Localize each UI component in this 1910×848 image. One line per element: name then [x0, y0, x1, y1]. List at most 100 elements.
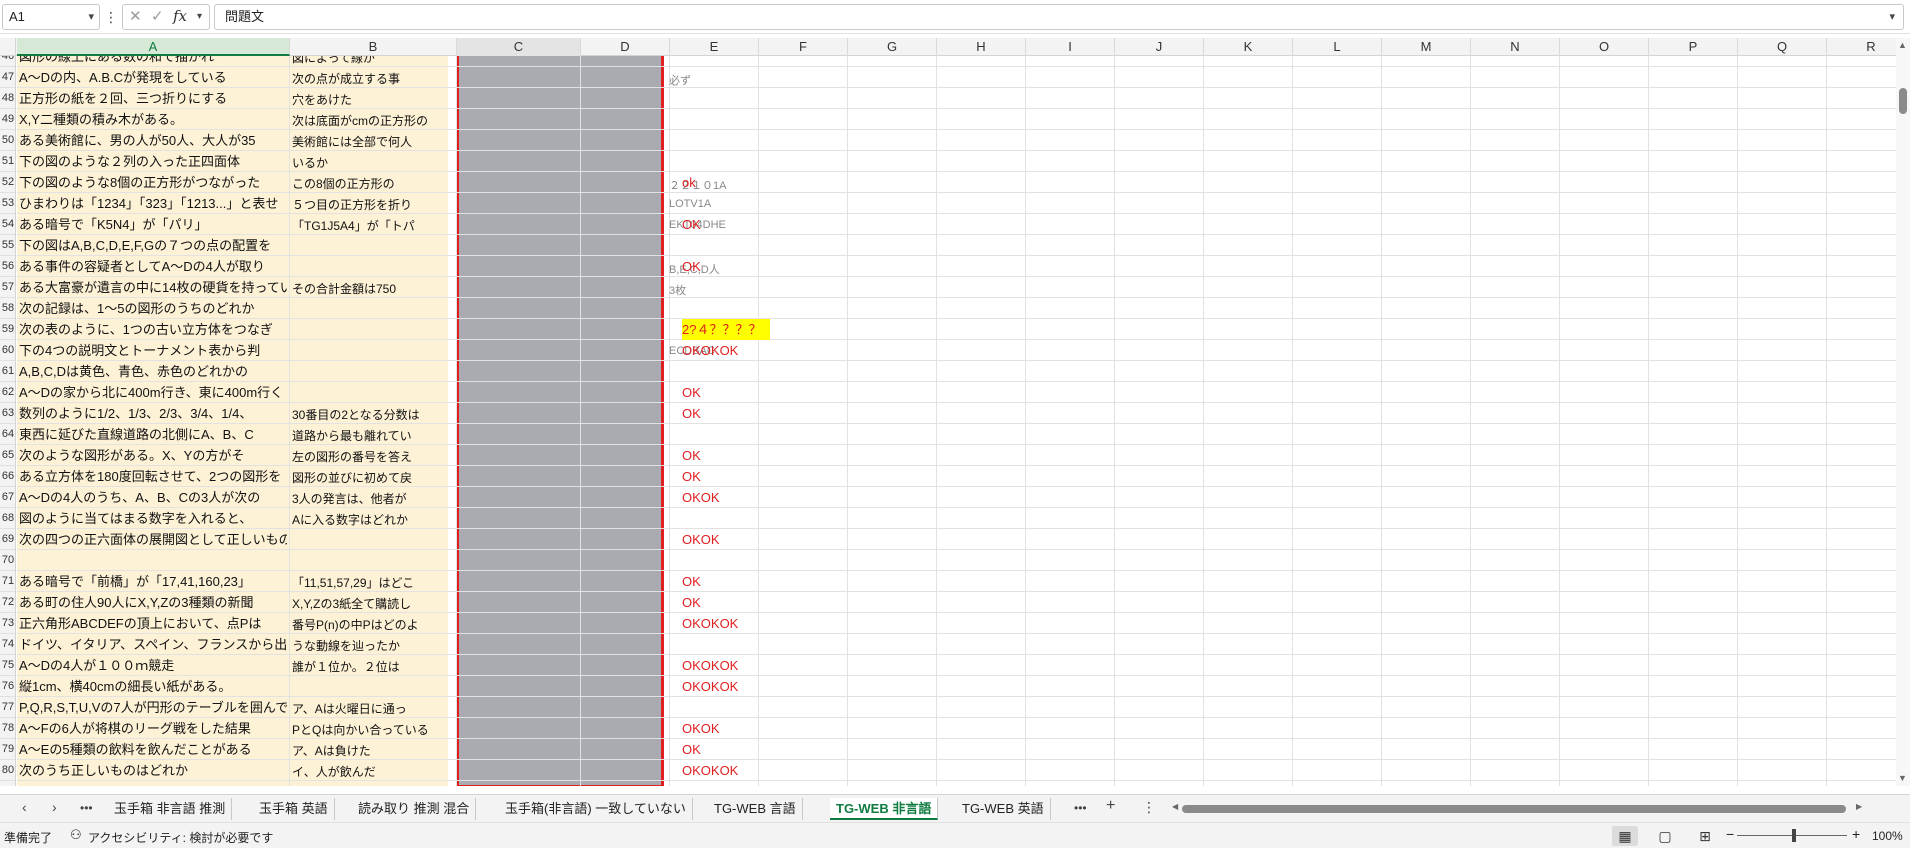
cell-e-result[interactable]: OK [682, 256, 701, 277]
row-header[interactable]: 62 [0, 382, 15, 403]
cell-e-result[interactable]: OK [682, 445, 701, 466]
cell-e-result[interactable]: OKOK [682, 487, 720, 508]
cell-d-text[interactable]: LOTV1A [669, 198, 739, 210]
normal-view-icon[interactable]: ▦ [1612, 826, 1638, 846]
cell-b-text[interactable]: いるか [292, 156, 447, 170]
row-header[interactable]: 50 [0, 130, 15, 151]
row-header[interactable]: 64 [0, 424, 15, 445]
scroll-down-icon[interactable]: ▼ [1898, 773, 1907, 783]
column-header-p[interactable]: P [1649, 38, 1738, 56]
cell-a-text[interactable]: 次のような図形がある。X、Yの方がそ [19, 448, 287, 464]
cell-b-text[interactable]: 30番目の2となる分数は [292, 408, 447, 422]
prev-sheet-icon[interactable]: ‹ [22, 799, 27, 815]
cancel-icon[interactable]: ✕ [129, 7, 142, 25]
cell-a-text[interactable]: 東西に延びた直線道路の北側にA、B、C [19, 427, 287, 443]
row-header[interactable]: 68 [0, 508, 15, 529]
cell-e-result[interactable]: OKOKOK [682, 676, 738, 697]
cell-a-text[interactable]: 次の四つの正六面体の展開図として正しいもの [19, 532, 287, 548]
cell-a-text[interactable]: 縦1cm、横40cmの細長い紙がある。 [19, 679, 287, 695]
cell-a-text[interactable]: A～Dの4人のうち、A、B、Cの3人が次の [19, 490, 287, 506]
cell-a-text[interactable]: ある立方体を180度回転させて、2つの図形を [19, 469, 287, 485]
cell-b-text[interactable]: 3人の発言は、他者が [292, 492, 447, 506]
next-sheet-icon[interactable]: › [52, 799, 57, 815]
cell-d-text[interactable]: EKT04DHE [669, 219, 739, 231]
row-header[interactable]: 63 [0, 403, 15, 424]
column-header-i[interactable]: I [1026, 38, 1115, 56]
cell-e-result[interactable]: OK [682, 214, 701, 235]
cell-b-text[interactable]: ５つ目の正方形を折り [292, 198, 447, 212]
cell-a-text[interactable]: 正六角形ABCDEFの頂上において、点Pは [19, 616, 287, 632]
cell-b-text[interactable]: 「11,51,57,29」はどこ [292, 576, 447, 590]
cell-e-result[interactable]: OKOK [682, 529, 720, 550]
row-header[interactable]: 69 [0, 529, 15, 550]
column-header-l[interactable]: L [1293, 38, 1382, 56]
zoom-slider-knob[interactable] [1792, 829, 1796, 842]
row-header[interactable]: 52 [0, 172, 15, 193]
cell-b-text[interactable]: 誰が１位か。２位は [292, 660, 447, 674]
row-header[interactable]: 76 [0, 676, 15, 697]
cell-b-text[interactable]: 穴をあけた [292, 93, 447, 107]
cell-e-result[interactable]: OKOKOK [682, 655, 738, 676]
add-sheet-icon[interactable]: + [1106, 797, 1115, 815]
cell-a-text[interactable]: ある大富豪が遺言の中に14枚の硬貨を持っていた [19, 280, 287, 296]
cell-a-text[interactable]: ある暗号で「K5N4」が「パリ」 [19, 217, 287, 233]
column-header-c[interactable]: C [457, 38, 581, 56]
cell-e-result[interactable]: OK [682, 466, 701, 487]
column-header-a[interactable]: A [17, 38, 290, 56]
row-header[interactable]: 49 [0, 109, 15, 130]
cell-b-text[interactable]: 次は底面がcmの正方形の [292, 114, 447, 128]
cell-b-text[interactable]: Aに入る数字はどれか [292, 513, 447, 527]
accessibility-icon[interactable]: ⚇ [70, 827, 82, 843]
row-header[interactable]: 65 [0, 445, 15, 466]
cell-a-text[interactable]: A,B,C,Dは黄色、青色、赤色のどれかの [19, 364, 287, 380]
more-sheets-icon[interactable]: ••• [80, 801, 93, 815]
sheet-tab[interactable]: 読み取り 推測 混合 [352, 798, 477, 820]
row-header[interactable]: 79 [0, 739, 15, 760]
cell-d-text[interactable]: 3枚 [669, 282, 739, 298]
cell-a-text[interactable]: A～Eの5種類の飲料を飲んだことがある [19, 742, 287, 758]
row-header[interactable]: 74 [0, 634, 15, 655]
more-sheets-right-icon[interactable]: ••• [1074, 801, 1087, 815]
cell-d-text[interactable]: ２２１０1A [669, 177, 739, 193]
chevron-down-icon[interactable]: ▾ [197, 11, 202, 22]
cell-e-result[interactable]: OKOKOK [682, 340, 738, 361]
row-header[interactable]: 75 [0, 655, 15, 676]
select-all-corner[interactable] [0, 38, 16, 56]
cell-a-text[interactable]: 下の4つの説明文とトーナメント表から判 [19, 343, 287, 359]
row-header[interactable]: 53 [0, 193, 15, 214]
cell-grid[interactable]: 図形の線上にある数の和で描かれ A～Dの内、A.B.Cが発現をしている 正方形の紙を… [17, 56, 1896, 786]
cell-b-text[interactable]: うな動線を辿ったか [292, 639, 447, 653]
row-header[interactable]: 66 [0, 466, 15, 487]
cell-e-result[interactable]: OKOK [682, 718, 720, 739]
sheet-tab[interactable]: 玉手箱(非言語) 一致していない [499, 798, 693, 820]
cell-b-text[interactable]: ア、Aは負けた [292, 744, 447, 758]
column-header-f[interactable]: F [759, 38, 848, 56]
row-header[interactable]: 46 [0, 56, 15, 67]
cell-b-text[interactable]: PとQは向かい合っている [292, 723, 447, 737]
column-header-q[interactable]: Q [1738, 38, 1827, 56]
cell-a-text[interactable]: A～Dの家から北に400m行き、東に400m行く [19, 385, 287, 401]
zoom-out-icon[interactable]: − [1726, 826, 1734, 842]
cell-a-text[interactable]: A～Dの内、A.B.Cが発現をしている [19, 70, 287, 86]
row-header[interactable]: 80 [0, 760, 15, 781]
cell-e-result[interactable]: OK [682, 403, 701, 424]
cell-a-text[interactable]: P,Q,R,S,T,U,Vの7人が円形のテーブルを囲んで [19, 700, 287, 716]
name-box[interactable]: A1 ▾ [2, 4, 100, 30]
cell-a-text[interactable]: ドイツ、イタリア、スペイン、フランスから出発して [19, 637, 287, 653]
cell-a-text[interactable]: A～Fの6人が将棋のリーグ戦をした結果 [19, 721, 287, 737]
cell-a-text[interactable]: ある暗号で「前橋」が「17,41,160,23」 [19, 574, 287, 590]
cell-b-text[interactable]: この8個の正方形の [292, 177, 447, 191]
cell-a-text[interactable]: X,Y二種類の積み木がある。 [19, 112, 287, 128]
cell-b-text[interactable]: 「TG1J5A4」が「トパ [292, 219, 447, 233]
sheet-tab[interactable]: 玉手箱 英語 [253, 798, 335, 820]
sheet-tab[interactable]: TG-WEB 英語 [956, 798, 1051, 820]
cell-b-text[interactable]: イ、人が飲んだ [292, 765, 447, 779]
column-header-o[interactable]: O [1560, 38, 1649, 56]
cell-b-text[interactable]: 次の点が成立する事 [292, 72, 447, 86]
row-header[interactable]: 72 [0, 592, 15, 613]
cell-a-text[interactable]: 下の図はA,B,C,D,E,F,Gの７つの点の配置を [19, 238, 287, 254]
sheet-tab[interactable]: 玉手箱 非言語 推測 [108, 798, 233, 820]
cell-e-result[interactable]: OKOKOK [682, 760, 738, 781]
row-header[interactable]: 47 [0, 67, 15, 88]
row-header[interactable]: 54 [0, 214, 15, 235]
